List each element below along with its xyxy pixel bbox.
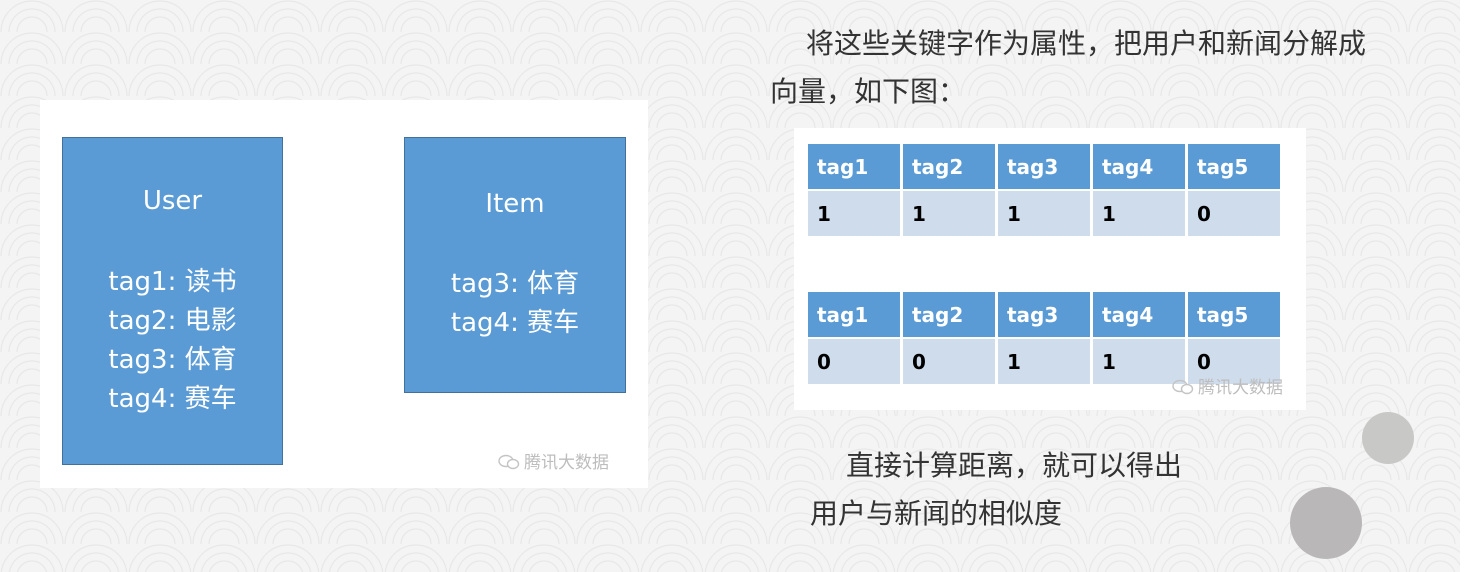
table-header: tag3 [998, 144, 1090, 191]
table-cell: 1 [998, 191, 1090, 238]
item-vector-table: tag1 tag2 tag3 tag4 tag5 0 0 1 1 0 [805, 292, 1283, 386]
item-box: Item tag3: 体育 tag4: 赛车 [404, 137, 626, 393]
decorative-circle [1362, 412, 1414, 464]
watermark-text: 腾讯大数据 [1198, 378, 1283, 398]
item-tag-line: tag4: 赛车 [450, 308, 580, 338]
user-tag-line: tag4: 赛车 [108, 384, 237, 414]
table-header: tag1 [808, 292, 900, 339]
table-header: tag4 [1093, 292, 1185, 339]
table-cell: 1 [808, 191, 900, 238]
table-cell: 0 [1188, 191, 1280, 238]
conclusion-line: 用户与新闻的相似度 [810, 497, 1063, 530]
table-cell: 0 [903, 339, 995, 386]
watermark: 腾讯大数据 [1172, 373, 1283, 398]
table-header: tag1 [808, 144, 900, 191]
watermark-text: 腾讯大数据 [524, 453, 609, 473]
table-header-row: tag1 tag2 tag3 tag4 tag5 [808, 144, 1280, 191]
conclusion-line: 直接计算距离，就可以得出 [846, 449, 1183, 482]
user-item-diagram: User tag1: 读书 tag2: 电影 tag3: 体育 tag4: 赛车… [40, 100, 648, 488]
user-box: User tag1: 读书 tag2: 电影 tag3: 体育 tag4: 赛车 [62, 137, 283, 465]
item-box-title: Item [485, 189, 545, 219]
table-cell: 0 [808, 339, 900, 386]
table-header-row: tag1 tag2 tag3 tag4 tag5 [808, 292, 1280, 339]
intro-line: 将这些关键字作为属性，把用户和新闻分解成 [806, 27, 1367, 60]
user-vector-table: tag1 tag2 tag3 tag4 tag5 1 1 1 1 0 [805, 144, 1283, 238]
table-header: tag5 [1188, 144, 1280, 191]
table-row: 1 1 1 1 0 [808, 191, 1280, 238]
table-cell: 1 [1093, 191, 1185, 238]
watermark: 腾讯大数据 [498, 448, 609, 473]
wechat-icon [498, 454, 520, 470]
user-box-title: User [142, 186, 203, 216]
table-cell: 1 [903, 191, 995, 238]
table-cell: 1 [998, 339, 1090, 386]
vector-tables: tag1 tag2 tag3 tag4 tag5 1 1 1 1 0 tag1 … [794, 128, 1306, 410]
page-edge-strip [1460, 0, 1484, 572]
intro-line: 向量，如下图： [770, 75, 967, 108]
table-header: tag2 [903, 144, 995, 191]
decorative-circle [1290, 487, 1362, 559]
table-header: tag5 [1188, 292, 1280, 339]
user-tag-line: tag2: 电影 [108, 306, 237, 336]
table-header: tag4 [1093, 144, 1185, 191]
table-header: tag2 [903, 292, 995, 339]
conclusion-paragraph: 直接计算距离，就可以得出 用户与新闻的相似度 [810, 442, 1250, 538]
item-tag-line: tag3: 体育 [450, 269, 580, 299]
table-header: tag3 [998, 292, 1090, 339]
wechat-icon [1172, 379, 1194, 395]
user-tag-line: tag3: 体育 [108, 345, 237, 375]
user-tag-line: tag1: 读书 [108, 267, 237, 297]
intro-paragraph: 将这些关键字作为属性，把用户和新闻分解成 向量，如下图： [770, 20, 1430, 116]
